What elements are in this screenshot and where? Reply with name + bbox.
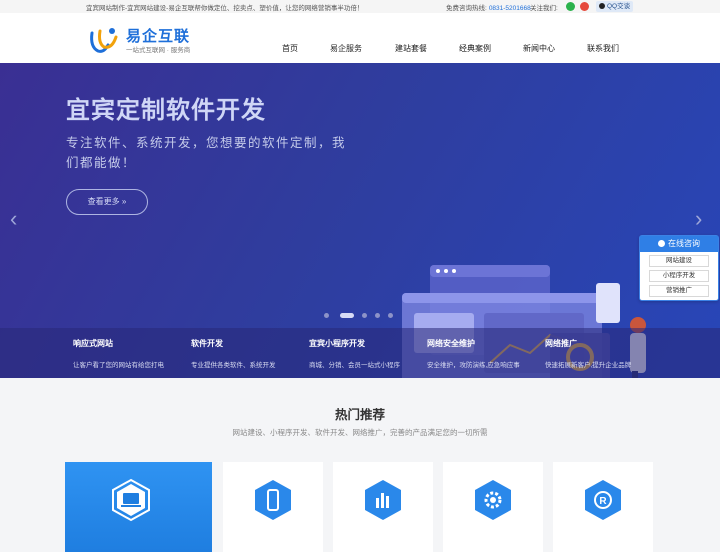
hotline-number[interactable]: 0831-5201668 (489, 5, 531, 12)
feature-title: 网络推广 (545, 339, 577, 348)
site-tagline: 宜宾网站制作-宜宾网站建设-易企互联帮你做定位、挖卖点、塑价值，让您的网络营销事… (86, 5, 364, 12)
nav-item-home[interactable]: 首页 (282, 43, 298, 54)
section-subtitle: 网站建设、小程序开发、软件开发、网络推广，完善的产品满足您的一切所需 (232, 428, 488, 437)
nav-item-news[interactable]: 新闻中心 (523, 43, 555, 54)
view-more-button[interactable]: 查看更多 » (66, 189, 148, 215)
top-bar: 宜宾网站制作-宜宾网站建设-易企互联帮你做定位、挖卖点、塑价值，让您的网络营销事… (0, 0, 720, 13)
feature-item[interactable]: 响应式网站 让客户看了您的网站有给您打电 (73, 338, 183, 369)
chevron-left-icon[interactable]: ‹ (10, 208, 17, 230)
feature-title: 宜宾小程序开发 (309, 339, 365, 348)
feature-desc: 让客户看了您的网站有给您打电 (73, 362, 164, 369)
consult-item-marketing[interactable]: 营销推广 (649, 285, 709, 297)
feature-item[interactable]: 网络安全维护 安全维护，攻防演练,应急响应事 (427, 338, 537, 369)
registered-icon: R (585, 480, 621, 520)
feature-title: 网络安全维护 (427, 339, 475, 348)
qq-icon (599, 3, 605, 9)
nav-item-contact[interactable]: 联系我们 (587, 43, 619, 54)
feature-item[interactable]: 网络推广 快速拓展新客户,提升企业品牌 (545, 338, 655, 369)
nav-item-packages[interactable]: 建站套餐 (395, 43, 427, 54)
mobile-icon (255, 480, 291, 520)
product-card[interactable] (443, 462, 543, 552)
logo-mark-icon (90, 28, 118, 53)
feature-item[interactable]: 宜宾小程序开发 商城、分销、会员一站式小程序 (309, 338, 419, 369)
slide-dot-4[interactable] (388, 313, 393, 318)
hot-recommend-section: 热门推荐 网站建设、小程序开发、软件开发、网络推广，完善的产品满足您的一切所需 (0, 378, 720, 552)
feature-desc: 快速拓展新客户,提升企业品牌 (545, 362, 632, 369)
follow-label: 关注我们: (530, 5, 558, 12)
slide-dot-3[interactable] (375, 313, 380, 318)
feature-strip: 响应式网站 让客户看了您的网站有给您打电 软件开发 专业提供各类软件、系统开发 … (0, 328, 720, 378)
qq-chat-button[interactable]: QQ交谈 (596, 1, 634, 12)
header: 易企互联 一站式互联网 · 服务商 首页 易企服务 建站套餐 经典案例 新闻中心… (0, 13, 720, 63)
chat-bubble-icon (658, 240, 665, 247)
slide-dot-1[interactable] (340, 313, 354, 318)
online-consult-panel: 在线咨询 网站建设 小程序开发 营销推广 (639, 235, 719, 301)
product-card[interactable] (223, 462, 323, 552)
hero-title: 宜宾定制软件开发 (66, 97, 266, 124)
product-card[interactable] (65, 462, 212, 552)
feature-item[interactable]: 软件开发 专业提供各类软件、系统开发 (191, 338, 301, 369)
hero-subtitle: 专注软件、系统开发，您想要的软件定制，我们都能做！ (66, 136, 347, 170)
feature-desc: 商城、分销、会员一站式小程序 (309, 362, 400, 369)
nav-item-cases[interactable]: 经典案例 (459, 43, 491, 54)
consult-title: 在线咨询 (668, 239, 700, 248)
section-title: 热门推荐 (334, 408, 385, 422)
feature-desc: 安全维护，攻防演练,应急响应事 (427, 362, 520, 369)
feature-desc: 专业提供各类软件、系统开发 (191, 362, 276, 369)
nav-item-services[interactable]: 易企服务 (330, 43, 362, 54)
svg-text:R: R (599, 496, 607, 507)
brand-name: 易企互联 (126, 28, 191, 45)
slide-dot-0[interactable] (324, 313, 329, 318)
laptop-icon (112, 478, 150, 522)
logo[interactable]: 易企互联 一站式互联网 · 服务商 (86, 25, 206, 57)
chevron-right-icon[interactable]: › (695, 208, 702, 230)
hotline: 免费咨询热线: 0831-5201668 (446, 2, 531, 12)
qq-chat-label: QQ交谈 (607, 3, 631, 10)
wechat-icon[interactable] (566, 2, 575, 11)
consult-header[interactable]: 在线咨询 (640, 236, 718, 252)
gear-icon (475, 480, 511, 520)
hero-banner: 宜宾定制软件开发 专注软件、系统开发，您想要的软件定制，我们都能做！ 查看更多 … (0, 63, 720, 378)
product-card[interactable] (333, 462, 433, 552)
hotline-label: 免费咨询热线: (446, 5, 487, 12)
slide-dot-2[interactable] (362, 313, 367, 318)
brand-slogan: 一站式互联网 · 服务商 (126, 47, 191, 54)
weibo-icon[interactable] (580, 2, 589, 11)
product-card[interactable]: R (553, 462, 653, 552)
feature-title: 软件开发 (191, 339, 223, 348)
consult-item-miniprogram[interactable]: 小程序开发 (649, 270, 709, 282)
feature-title: 响应式网站 (73, 339, 113, 348)
consult-item-website[interactable]: 网站建设 (649, 255, 709, 267)
bar-chart-icon (365, 480, 401, 520)
